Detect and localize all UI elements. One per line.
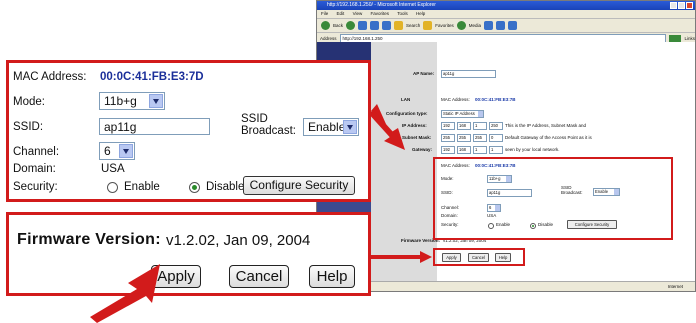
arrow-to-apply-icon	[371, 251, 432, 263]
callout-arrows	[90, 104, 432, 323]
arrow-to-wireless-icon	[368, 104, 405, 150]
pointer-arrow-icon	[90, 264, 160, 323]
